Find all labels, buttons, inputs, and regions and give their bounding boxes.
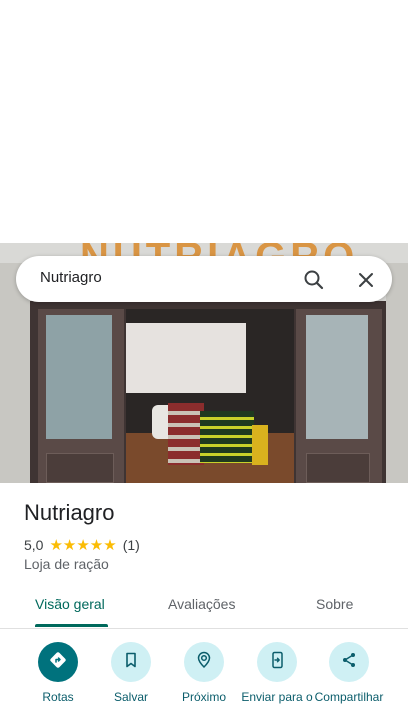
directions-label: Rotas [42,690,74,704]
directions-icon [48,650,68,675]
tab-overview[interactable]: Visão geral [35,596,105,612]
rating-value: 5,0 [24,537,44,553]
nearby-label: Próximo [181,690,226,704]
save-label: Salvar [113,690,148,704]
nearby-button[interactable]: Próximo [168,642,240,705]
send-to-phone-label: Enviar para o [241,690,313,704]
share-button[interactable]: Compartilhar [313,642,385,705]
search-query[interactable]: Nutriagro [40,269,102,286]
nearby-icon [194,650,214,675]
share-icon [339,650,359,675]
tab-reviews[interactable]: Avaliações [168,596,235,612]
review-count[interactable]: (1) [123,537,140,553]
active-tab-indicator [35,624,108,627]
star-rating-icon: ★★★★★ [49,537,117,554]
save-button[interactable]: Salvar [95,642,167,705]
share-label: Compartilhar [314,690,384,704]
place-title: Nutriagro [24,500,115,525]
tab-bar: Visão geral Avaliações Sobre [0,584,408,629]
rating-row[interactable]: 5,0 ★★★★★ (1) [24,536,140,554]
search-icon[interactable] [300,266,328,294]
place-category[interactable]: Loja de ração [24,556,109,572]
bookmark-icon [121,650,141,675]
send-to-phone-button[interactable]: Enviar para o [241,642,313,705]
directions-button[interactable]: Rotas [22,642,94,705]
send-to-phone-icon [267,650,287,675]
search-bar[interactable]: Nutriagro [16,256,392,302]
action-buttons: Rotas Salvar Próximo Enviar para o Compa… [0,640,408,726]
tab-about[interactable]: Sobre [316,596,353,612]
close-icon[interactable] [352,266,380,294]
